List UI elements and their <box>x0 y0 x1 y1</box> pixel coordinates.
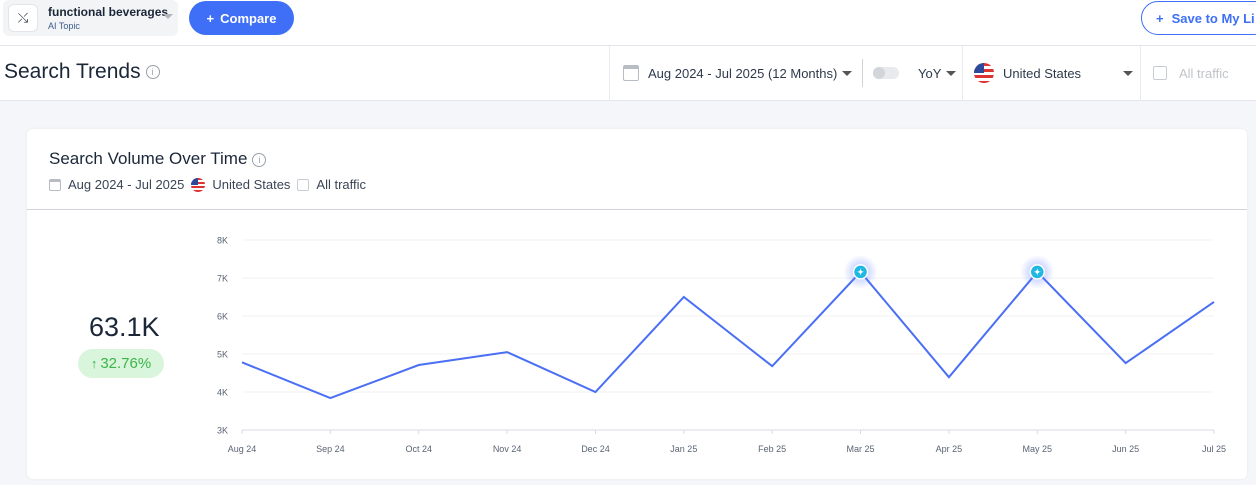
compare-label: Compare <box>220 10 277 26</box>
trend-icon: ⤯ <box>8 4 38 32</box>
plus-icon: + <box>1156 10 1164 26</box>
save-to-my-list-button[interactable]: + Save to My Li <box>1141 1 1256 35</box>
devices-icon <box>1153 66 1167 80</box>
us-flag-icon <box>191 177 206 192</box>
country-label: United States <box>1003 65 1082 81</box>
us-flag-icon <box>974 63 994 83</box>
compare-button[interactable]: + Compare <box>189 1 294 35</box>
page-title: Search Trends i <box>4 60 160 84</box>
divider <box>27 209 1247 210</box>
page-title-text: Search Trends <box>4 60 141 83</box>
card-meta: Aug 2024 - Jul 2025 United States All tr… <box>49 177 366 192</box>
chevron-down-icon <box>946 70 957 76</box>
save-label: Save to My Li <box>1171 10 1255 26</box>
change-value: 32.76% <box>100 355 152 372</box>
traffic-dropdown[interactable]: All traffic <box>1140 46 1256 100</box>
change-badge: ↑ 32.76% <box>78 349 164 378</box>
date-range-dropdown[interactable]: Aug 2024 - Jul 2025 (12 Months) <box>609 46 863 100</box>
info-icon[interactable]: i <box>252 152 267 167</box>
traffic-label: All traffic <box>1179 65 1229 81</box>
search-volume-card: Search Volume Over Time i Aug 2024 - Jul … <box>27 129 1247 479</box>
devices-icon <box>297 178 310 191</box>
topic-selector[interactable]: ⤯ functional beverages AI Topic <box>3 0 178 36</box>
info-icon[interactable]: i <box>145 65 160 80</box>
meta-country: United States <box>212 177 291 192</box>
chevron-down-icon <box>842 70 853 76</box>
topic-name: functional beverages <box>48 5 169 19</box>
chevron-down-icon <box>1123 70 1133 76</box>
country-dropdown[interactable]: United States <box>962 46 1140 100</box>
plus-icon: + <box>206 10 215 26</box>
topic-type: AI Topic <box>48 21 80 31</box>
meta-traffic: All traffic <box>316 177 367 192</box>
arrow-up-icon: ↑ <box>90 356 98 371</box>
card-title-text: Search Volume Over Time <box>49 149 248 168</box>
yoy-control[interactable]: YoY <box>862 59 962 87</box>
page-header: Search Trends i Aug 2024 - Jul 2025 (12 M… <box>0 46 1256 101</box>
date-range-label: Aug 2024 - Jul 2025 (12 Months) <box>648 65 838 81</box>
card-title: Search Volume Over Time i <box>49 149 267 169</box>
calendar-icon <box>623 65 639 81</box>
yoy-label: YoY <box>918 65 942 81</box>
meta-date: Aug 2024 - Jul 2025 <box>68 177 185 192</box>
top-bar: ⤯ functional beverages AI Topic + Compare… <box>0 0 1256 46</box>
yoy-toggle[interactable] <box>873 67 899 79</box>
total-volume: 63.1K <box>89 312 160 342</box>
calendar-icon <box>49 178 61 191</box>
chevron-down-icon <box>163 14 173 19</box>
